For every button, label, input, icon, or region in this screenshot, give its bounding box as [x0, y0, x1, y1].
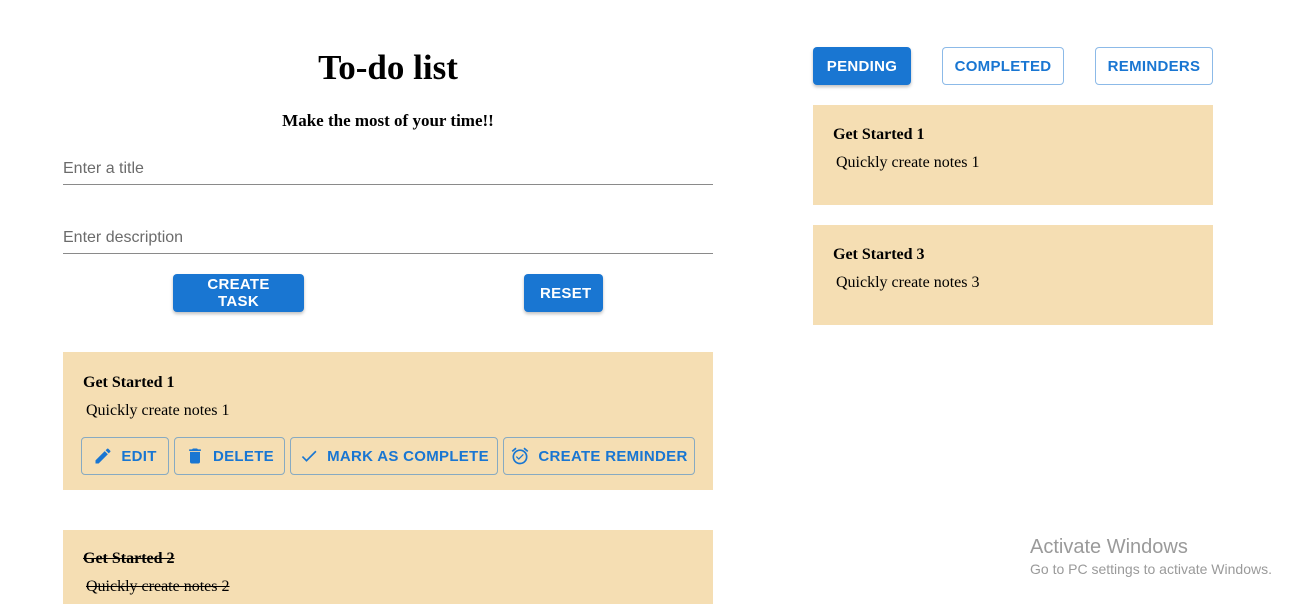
pending-item: Get Started 3 Quickly create notes 3	[813, 225, 1213, 325]
create-reminder-button[interactable]: CREATE REMINDER	[503, 437, 695, 475]
tab-pending[interactable]: PENDING	[813, 47, 911, 85]
task-title: Get Started 1	[83, 374, 175, 391]
checkmark-icon	[301, 450, 317, 462]
task-description: Quickly create notes 1	[86, 402, 230, 419]
pending-item-title: Get Started 3	[833, 246, 925, 263]
trash-icon	[189, 448, 201, 464]
edit-button-label: EDIT	[121, 447, 157, 465]
task-title: Get Started 2	[83, 550, 175, 567]
watermark-subtitle: Go to PC settings to activate Windows.	[1030, 561, 1272, 577]
tab-completed[interactable]: COMPLETED	[942, 47, 1064, 85]
pending-item-description: Quickly create notes 3	[836, 274, 980, 291]
task-description: Quickly create notes 2	[86, 578, 230, 595]
mark-complete-button-label: MARK AS COMPLETE	[327, 447, 489, 465]
create-task-button[interactable]: CREATE TASK	[173, 274, 304, 312]
pending-item-description: Quickly create notes 1	[836, 154, 980, 171]
task-card: Get Started 1 Quickly create notes 1 EDI…	[63, 352, 713, 490]
create-reminder-button-label: CREATE REMINDER	[538, 447, 688, 465]
pencil-icon	[95, 448, 111, 464]
description-input[interactable]	[63, 222, 713, 254]
task-card-completed: Get Started 2 Quickly create notes 2	[63, 530, 713, 604]
pending-item: Get Started 1 Quickly create notes 1	[813, 105, 1213, 205]
title-input[interactable]	[63, 153, 713, 185]
edit-button[interactable]: EDIT	[81, 437, 169, 475]
alarm-clock-icon	[512, 447, 529, 465]
mark-complete-button[interactable]: MARK AS COMPLETE	[290, 437, 498, 475]
page-title: To-do list	[318, 48, 458, 87]
reset-button[interactable]: RESET	[524, 274, 603, 312]
watermark-title: Activate Windows	[1030, 536, 1188, 558]
tab-reminders[interactable]: REMINDERS	[1095, 47, 1213, 85]
pending-item-title: Get Started 1	[833, 126, 925, 143]
delete-button-label: DELETE	[213, 447, 274, 465]
delete-button[interactable]: DELETE	[174, 437, 285, 475]
page-subtitle: Make the most of your time!!	[282, 111, 494, 130]
activate-windows-watermark: Activate Windows Go to PC settings to ac…	[1030, 536, 1272, 578]
